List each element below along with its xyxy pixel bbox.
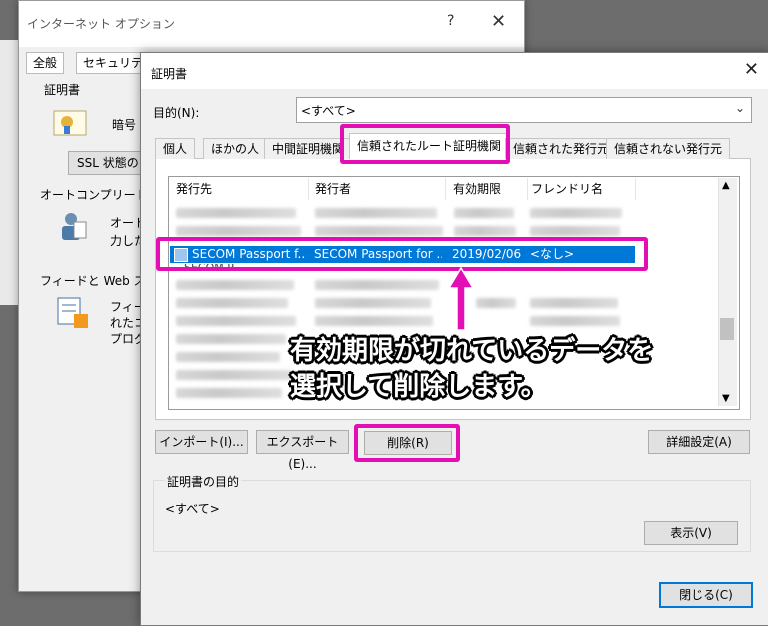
close-icon[interactable]: ✕ [744, 59, 759, 80]
purpose-select-value: <すべて> [301, 104, 356, 118]
section-certificates-label: 証明書 [44, 83, 81, 97]
scroll-down-icon[interactable]: ▼ [722, 393, 730, 404]
column-issued-by[interactable]: 発行者 [309, 178, 446, 200]
feeds-icon [57, 297, 88, 328]
blurred-row [176, 352, 280, 362]
column-issued-to[interactable]: 発行先 [170, 178, 309, 200]
blurred-row [176, 316, 296, 326]
section-autocomplete-label: オートコンプリート [40, 188, 148, 202]
view-button[interactable]: 表示(V) [644, 521, 738, 545]
blurred-row [176, 298, 288, 308]
tab-other-people[interactable]: ほかの人 [203, 138, 268, 159]
annotation-text: 有効期限が切れているデータを 選択して削除します。 [290, 333, 653, 405]
scroll-up-icon[interactable]: ▲ [722, 180, 730, 191]
blurred-row [315, 280, 439, 290]
blurred-row [530, 226, 620, 236]
highlight-remove-button [354, 424, 460, 462]
column-expiration[interactable]: 有効期限 [447, 178, 528, 200]
highlight-selected-row [156, 237, 648, 271]
blurred-row [315, 298, 431, 308]
blurred-row [530, 208, 622, 218]
ssl-state-button[interactable]: SSL 状態の [68, 151, 150, 175]
purpose-select[interactable]: <すべて> ⌄ [296, 97, 752, 123]
blurred-row [454, 226, 516, 236]
cert-description: 暗号 [112, 118, 137, 132]
tab-trusted-publishers[interactable]: 信頼された発行元 [505, 138, 618, 159]
certificate-purposes-label: 証明書の目的 [165, 473, 242, 490]
help-icon[interactable]: ? [447, 13, 454, 29]
autocomplete-icon [62, 213, 87, 240]
blurred-row [176, 370, 292, 380]
purpose-label: 目的(N): [153, 106, 200, 120]
advanced-button[interactable]: 詳細設定(A) [648, 430, 750, 454]
close-button[interactable]: 閉じる(C) [659, 582, 753, 608]
close-icon[interactable]: ✕ [491, 11, 506, 32]
import-button[interactable]: インポート(I)... [155, 430, 248, 454]
blurred-row [315, 316, 433, 326]
scrollbar-thumb[interactable] [720, 318, 734, 340]
browser-edge [0, 40, 18, 305]
blurred-row [315, 226, 443, 236]
certificate-icon [53, 110, 87, 136]
blurred-row [176, 388, 282, 398]
internet-options-titlebar: インターネット オプション ? ✕ [19, 1, 524, 47]
blurred-row [476, 298, 516, 308]
blurred-row [530, 316, 620, 326]
blurred-row [530, 298, 618, 308]
blurred-row [176, 226, 301, 236]
highlight-trusted-root-tab [340, 124, 510, 164]
annotation-line-2: 選択して削除します。 [290, 372, 547, 402]
chevron-down-icon: ⌄ [734, 101, 745, 115]
dialog-titlebar: 証明書 ✕ [141, 53, 768, 89]
tab-personal[interactable]: 個人 [155, 138, 196, 159]
column-friendly-name[interactable]: フレンドリ名 [525, 178, 636, 200]
dialog-title: 証明書 [151, 67, 188, 81]
blurred-row [315, 208, 437, 218]
certificate-purposes-value: <すべて> [165, 502, 220, 516]
arrow-up-icon [447, 266, 475, 331]
internet-options-title: インターネット オプション [27, 17, 175, 31]
list-scrollbar[interactable]: ▲ ▼ [718, 178, 737, 406]
blurred-row [176, 208, 296, 218]
tab-general[interactable]: 全般 [26, 52, 65, 74]
blurred-row [176, 280, 294, 290]
tab-untrusted-publishers[interactable]: 信頼されない発行元 [606, 138, 731, 159]
annotation-line-1: 有効期限が切れているデータを [290, 336, 654, 366]
blurred-row [454, 208, 514, 218]
export-button[interactable]: エクスポート(E)... [256, 430, 349, 471]
blurred-row [176, 334, 286, 344]
